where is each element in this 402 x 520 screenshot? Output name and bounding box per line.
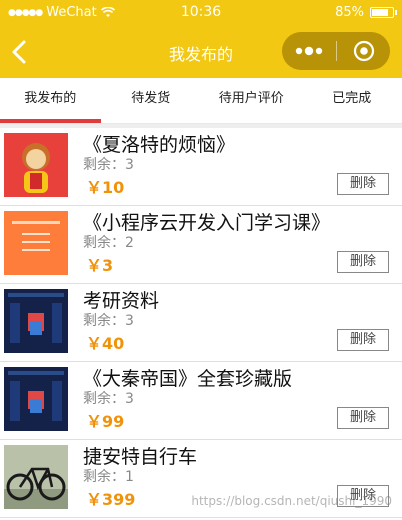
item-thumbnail xyxy=(4,211,68,275)
list-item[interactable]: 考研资料 剩余：3 ￥40 删除 xyxy=(0,284,402,362)
item-title: 《小程序云开发入门学习课》 xyxy=(83,212,331,234)
item-title: 《夏洛特的烦恼》 xyxy=(83,134,236,156)
item-remaining: 剩余：3 xyxy=(83,157,134,173)
tab-to-ship[interactable]: 待发货 xyxy=(101,78,202,123)
delete-button[interactable]: 删除 xyxy=(337,407,389,429)
item-price: ￥40 xyxy=(86,334,125,353)
watermark: https://blog.csdn.net/qiushi_1990 xyxy=(191,494,392,508)
battery-level xyxy=(372,9,389,16)
list-item[interactable]: 《夏洛特的烦恼》 剩余：3 ￥10 删除 xyxy=(0,128,402,206)
item-price: ￥3 xyxy=(86,256,114,275)
item-title: 考研资料 xyxy=(83,290,160,312)
tab-awaiting-review[interactable]: 待用户评价 xyxy=(201,78,302,123)
list-item[interactable]: 《大秦帝国》全套珍藏版 剩余：3 ￥99 删除 xyxy=(0,362,402,440)
more-button[interactable] xyxy=(282,32,336,70)
item-thumbnail xyxy=(4,445,68,509)
target-circle-icon xyxy=(353,40,374,62)
delete-button[interactable]: 删除 xyxy=(337,329,389,351)
item-remaining: 剩余：2 xyxy=(83,235,134,251)
status-tabs: 我发布的 待发货 待用户评价 已完成 xyxy=(0,78,402,124)
tab-completed[interactable]: 已完成 xyxy=(302,78,402,123)
nav-bar: 我发布的 xyxy=(0,26,402,78)
item-remaining: 剩余：3 xyxy=(83,313,134,329)
item-thumbnail xyxy=(4,367,68,431)
item-remaining: 剩余：3 xyxy=(83,391,134,407)
battery-icon xyxy=(370,7,397,18)
tab-published[interactable]: 我发布的 xyxy=(0,78,101,123)
status-right: 85% xyxy=(335,5,397,20)
item-remaining: 剩余：1 xyxy=(83,469,134,485)
item-price: ￥99 xyxy=(86,412,125,431)
item-thumbnail xyxy=(4,133,68,197)
item-price: ￥10 xyxy=(86,178,125,197)
delete-button[interactable]: 删除 xyxy=(337,173,389,195)
list-item[interactable]: 《小程序云开发入门学习课》 剩余：2 ￥3 删除 xyxy=(0,206,402,284)
mini-program-capsule xyxy=(282,32,390,70)
close-button[interactable] xyxy=(337,32,390,70)
delete-button[interactable]: 删除 xyxy=(337,251,389,273)
status-bar: ●●●●● WeChat 10:36 85% xyxy=(0,0,402,26)
more-dots-icon xyxy=(295,46,323,56)
item-thumbnail xyxy=(4,289,68,353)
item-title: 捷安特自行车 xyxy=(83,446,198,468)
battery-percent: 85% xyxy=(335,5,364,20)
published-items-list: 《夏洛特的烦恼》 剩余：3 ￥10 删除 《小程序云开发入门学习课》 剩余：2 … xyxy=(0,128,402,518)
item-title: 《大秦帝国》全套珍藏版 xyxy=(83,368,293,390)
item-price: ￥399 xyxy=(86,490,136,509)
